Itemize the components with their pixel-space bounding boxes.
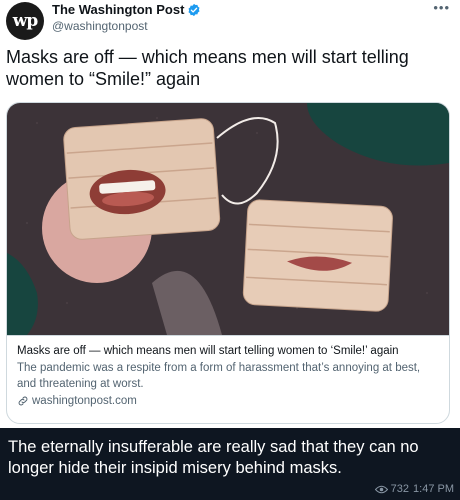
more-horizontal-icon[interactable]: ••• [433, 0, 450, 15]
message-time: 1:47 PM [413, 483, 454, 495]
tweet-text: Masks are off — which means men will sta… [6, 47, 409, 89]
verified-badge-icon [188, 3, 200, 16]
message-caption: The eternally insufferable are really sa… [8, 438, 419, 477]
view-count: 732 [390, 483, 410, 495]
article-illustration-image [7, 103, 449, 335]
author-name: The Washington Post [52, 2, 185, 17]
tweet-author: The Washington Post @washingtonpost [52, 2, 201, 33]
tweet-screenshot: wp The Washington Post @washingtonpost •… [0, 0, 460, 428]
message-meta: 732 1:47 PM [374, 483, 454, 495]
card-description: The pandemic was a respite from a form o… [17, 362, 421, 390]
link-icon [18, 396, 28, 406]
card-domain-text: washingtonpost.com [32, 395, 137, 407]
author-handle[interactable]: @washingtonpost [52, 19, 201, 33]
eye-icon [374, 485, 388, 493]
avatar[interactable]: wp [6, 2, 44, 40]
author-name-row[interactable]: The Washington Post [52, 2, 201, 17]
link-card[interactable]: Masks are off — which means men will sta… [6, 102, 450, 424]
avatar-logo-text: wp [12, 11, 39, 31]
card-info: Masks are off — which means men will sta… [7, 335, 449, 423]
card-domain[interactable]: washingtonpost.com [17, 395, 439, 407]
card-title[interactable]: Masks are off — which means men will sta… [17, 343, 439, 359]
